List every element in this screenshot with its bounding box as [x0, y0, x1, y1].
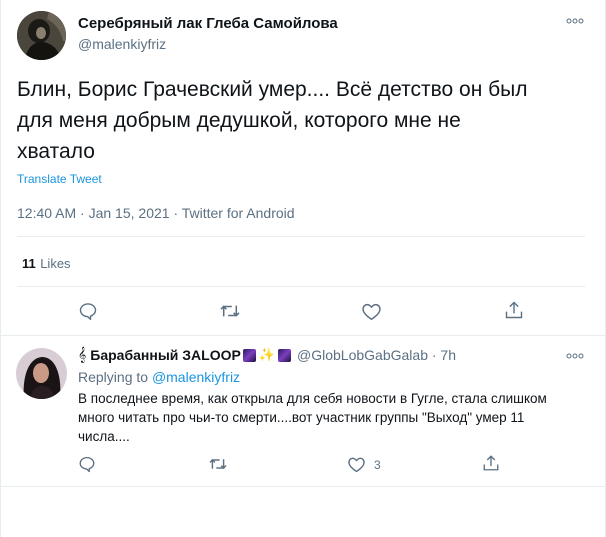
divider [0, 486, 606, 487]
more-options-icon[interactable] [566, 16, 584, 26]
like-icon[interactable] [361, 302, 382, 321]
reply-share-icon[interactable] [482, 454, 500, 472]
tweet-timestamp[interactable]: 12:40 AM · Jan 15, 2021 · Twitter for An… [17, 205, 295, 221]
reply-author-line: 𝄞 Барабанный ЗALOOP ✨ @GlobLobGabGalab ·… [78, 347, 456, 363]
replying-to: Replying to @malenkiyfriz [78, 369, 240, 385]
reply-text: В последнее время, как открыла для себя … [78, 389, 593, 446]
reply-author-avatar[interactable] [16, 348, 67, 399]
reply-like-icon[interactable] [347, 456, 366, 473]
reply-text-line: В последнее время, как открыла для себя … [78, 391, 547, 406]
tweet-text: Блин, Борис Грачевский умер.... Всё детс… [17, 74, 597, 167]
retweet-icon[interactable] [219, 302, 241, 320]
sparkles-icon: ✨ [258, 347, 276, 363]
share-icon[interactable] [504, 300, 524, 320]
reply-icon[interactable] [78, 301, 98, 321]
tweet-text-line: Блин, Борис Грачевский умер.... Всё детс… [17, 78, 528, 101]
author-display-name[interactable]: Серебряный лак Глеба Самойлова [78, 15, 338, 32]
replying-to-handle[interactable]: @malenkiyfriz [152, 369, 240, 385]
likes-stat[interactable]: 11 Likes [22, 255, 71, 273]
likes-count: 11 [22, 256, 36, 271]
reply-reply-icon[interactable] [78, 455, 96, 473]
reply-more-options-icon[interactable] [566, 351, 584, 361]
music-score-icon: 𝄞 [78, 347, 87, 363]
author-handle[interactable]: @malenkiyfriz [78, 36, 166, 52]
reply-retweet-icon[interactable] [208, 456, 228, 472]
author-avatar[interactable] [17, 11, 66, 60]
replying-to-label: Replying to [78, 369, 149, 385]
tweet-text-line: для меня добрым дедушкой, которого мне н… [17, 109, 461, 132]
reply-like-count: 3 [374, 458, 381, 472]
divider [0, 335, 606, 336]
milky-way-icon [278, 348, 292, 362]
reply-text-line: числа.... [78, 429, 130, 444]
reply-handle-time[interactable]: @GlobLobGabGalab · 7h [297, 347, 456, 363]
translate-tweet-link[interactable]: Translate Tweet [17, 172, 102, 186]
reply-text-line: много читать про чьи-то смерти....вот уч… [78, 410, 525, 425]
divider [17, 236, 585, 237]
tweet-text-line: хватало [17, 140, 95, 163]
reply-author-display-name[interactable]: Барабанный ЗALOOP [90, 347, 241, 363]
divider [17, 286, 585, 287]
milky-way-icon [242, 348, 256, 362]
likes-label: Likes [40, 256, 71, 271]
